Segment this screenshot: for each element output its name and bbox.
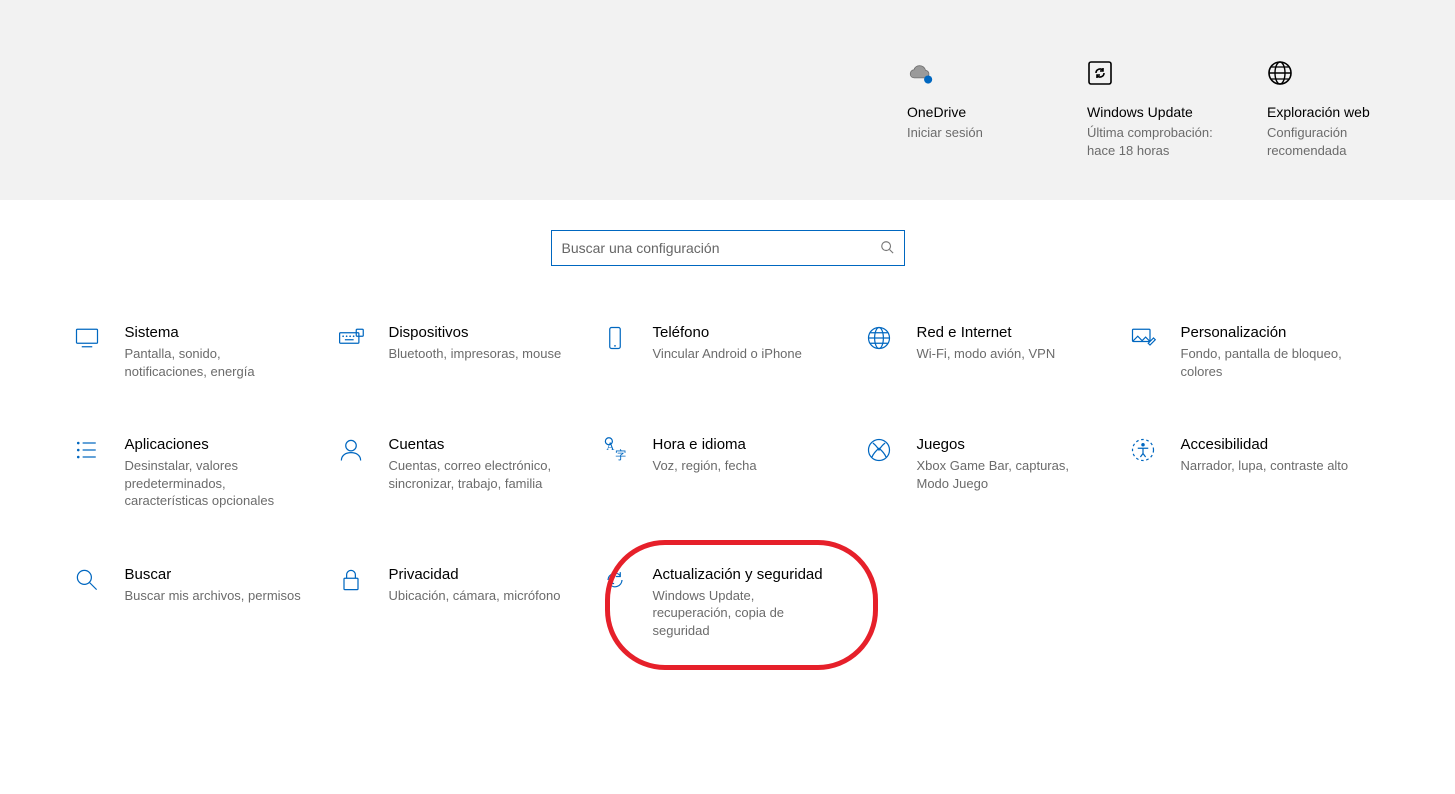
category-desc: Windows Update, recuperación, copia de s… bbox=[653, 587, 833, 640]
category-desc: Ubicación, cámara, micrófono bbox=[389, 587, 561, 605]
category-apps[interactable]: Aplicaciones Desinstalar, valores predete… bbox=[73, 436, 327, 510]
category-title: Actualización y seguridad bbox=[653, 566, 833, 583]
person-icon bbox=[337, 436, 367, 467]
search-settings-box[interactable] bbox=[551, 230, 905, 266]
cloud-icon bbox=[907, 56, 1047, 90]
category-title: Cuentas bbox=[389, 436, 569, 453]
category-devices[interactable]: Dispositivos Bluetooth, impresoras, mouse bbox=[337, 324, 591, 380]
tile-onedrive[interactable]: OneDrive Iniciar sesión bbox=[907, 56, 1047, 159]
sync-icon bbox=[601, 566, 631, 597]
category-phone[interactable]: Teléfono Vincular Android o iPhone bbox=[601, 324, 855, 380]
category-privacy[interactable]: Privacidad Ubicación, cámara, micrófono bbox=[337, 566, 591, 640]
category-title: Red e Internet bbox=[917, 324, 1056, 341]
header-bar: OneDrive Iniciar sesión Windows Update Ú… bbox=[0, 0, 1455, 200]
list-icon bbox=[73, 436, 103, 467]
tile-web-browsing[interactable]: Exploración web Configuración recomendad… bbox=[1267, 56, 1407, 159]
category-time-language[interactable]: A字 Hora e idioma Voz, región, fecha bbox=[601, 436, 855, 510]
category-title: Teléfono bbox=[653, 324, 802, 341]
category-desc: Vincular Android o iPhone bbox=[653, 345, 802, 363]
tile-title: Exploración web bbox=[1267, 104, 1407, 120]
tile-subtitle: Última comprobación: hace 18 horas bbox=[1087, 124, 1227, 159]
search-input[interactable] bbox=[560, 239, 880, 257]
tile-windows-update[interactable]: Windows Update Última comprobación: hace… bbox=[1087, 56, 1227, 159]
lock-icon bbox=[337, 566, 367, 597]
svg-text:A: A bbox=[606, 441, 615, 453]
category-title: Personalización bbox=[1181, 324, 1361, 341]
update-badge-icon bbox=[1087, 56, 1227, 90]
category-desc: Pantalla, sonido, notificaciones, energí… bbox=[125, 345, 305, 380]
category-network[interactable]: Red e Internet Wi-Fi, modo avión, VPN bbox=[865, 324, 1119, 380]
paint-icon bbox=[1129, 324, 1159, 355]
category-accounts[interactable]: Cuentas Cuentas, correo electrónico, sinc… bbox=[337, 436, 591, 510]
svg-text:字: 字 bbox=[615, 448, 626, 462]
xbox-icon bbox=[865, 436, 895, 467]
category-title: Sistema bbox=[125, 324, 305, 341]
category-desc: Bluetooth, impresoras, mouse bbox=[389, 345, 562, 363]
globe-icon bbox=[865, 324, 895, 355]
category-title: Privacidad bbox=[389, 566, 561, 583]
category-desc: Xbox Game Bar, capturas, Modo Juego bbox=[917, 457, 1097, 492]
tile-subtitle: Iniciar sesión bbox=[907, 124, 1047, 142]
category-title: Accesibilidad bbox=[1181, 436, 1349, 453]
category-gaming[interactable]: Juegos Xbox Game Bar, capturas, Modo Jueg… bbox=[865, 436, 1119, 510]
category-desc: Desinstalar, valores predeterminados, ca… bbox=[125, 457, 305, 510]
category-personalization[interactable]: Personalización Fondo, pantalla de bloque… bbox=[1129, 324, 1383, 380]
monitor-icon bbox=[73, 324, 103, 355]
category-title: Dispositivos bbox=[389, 324, 562, 341]
tile-title: OneDrive bbox=[907, 104, 1047, 120]
category-title: Juegos bbox=[917, 436, 1097, 453]
accessibility-icon bbox=[1129, 436, 1159, 467]
category-title: Buscar bbox=[125, 566, 301, 583]
category-search[interactable]: Buscar Buscar mis archivos, permisos bbox=[73, 566, 327, 640]
category-desc: Narrador, lupa, contraste alto bbox=[1181, 457, 1349, 475]
phone-icon bbox=[601, 324, 631, 355]
category-desc: Cuentas, correo electrónico, sincronizar… bbox=[389, 457, 569, 492]
keyboard-icon bbox=[337, 324, 367, 355]
category-title: Hora e idioma bbox=[653, 436, 757, 453]
category-accessibility[interactable]: Accesibilidad Narrador, lupa, contraste a… bbox=[1129, 436, 1383, 510]
category-update-security[interactable]: Actualización y seguridad Windows Update,… bbox=[601, 566, 855, 640]
categories-grid: Sistema Pantalla, sonido, notificaciones,… bbox=[73, 324, 1383, 639]
tile-title: Windows Update bbox=[1087, 104, 1227, 120]
language-icon: A字 bbox=[601, 436, 631, 467]
magnifier-icon bbox=[73, 566, 103, 597]
category-desc: Voz, región, fecha bbox=[653, 457, 757, 475]
category-desc: Wi-Fi, modo avión, VPN bbox=[917, 345, 1056, 363]
category-desc: Buscar mis archivos, permisos bbox=[125, 587, 301, 605]
category-desc: Fondo, pantalla de bloqueo, colores bbox=[1181, 345, 1361, 380]
category-system[interactable]: Sistema Pantalla, sonido, notificaciones,… bbox=[73, 324, 327, 380]
globe-icon bbox=[1267, 56, 1407, 90]
search-icon bbox=[880, 240, 894, 257]
category-title: Aplicaciones bbox=[125, 436, 305, 453]
tile-subtitle: Configuración recomendada bbox=[1267, 124, 1407, 159]
